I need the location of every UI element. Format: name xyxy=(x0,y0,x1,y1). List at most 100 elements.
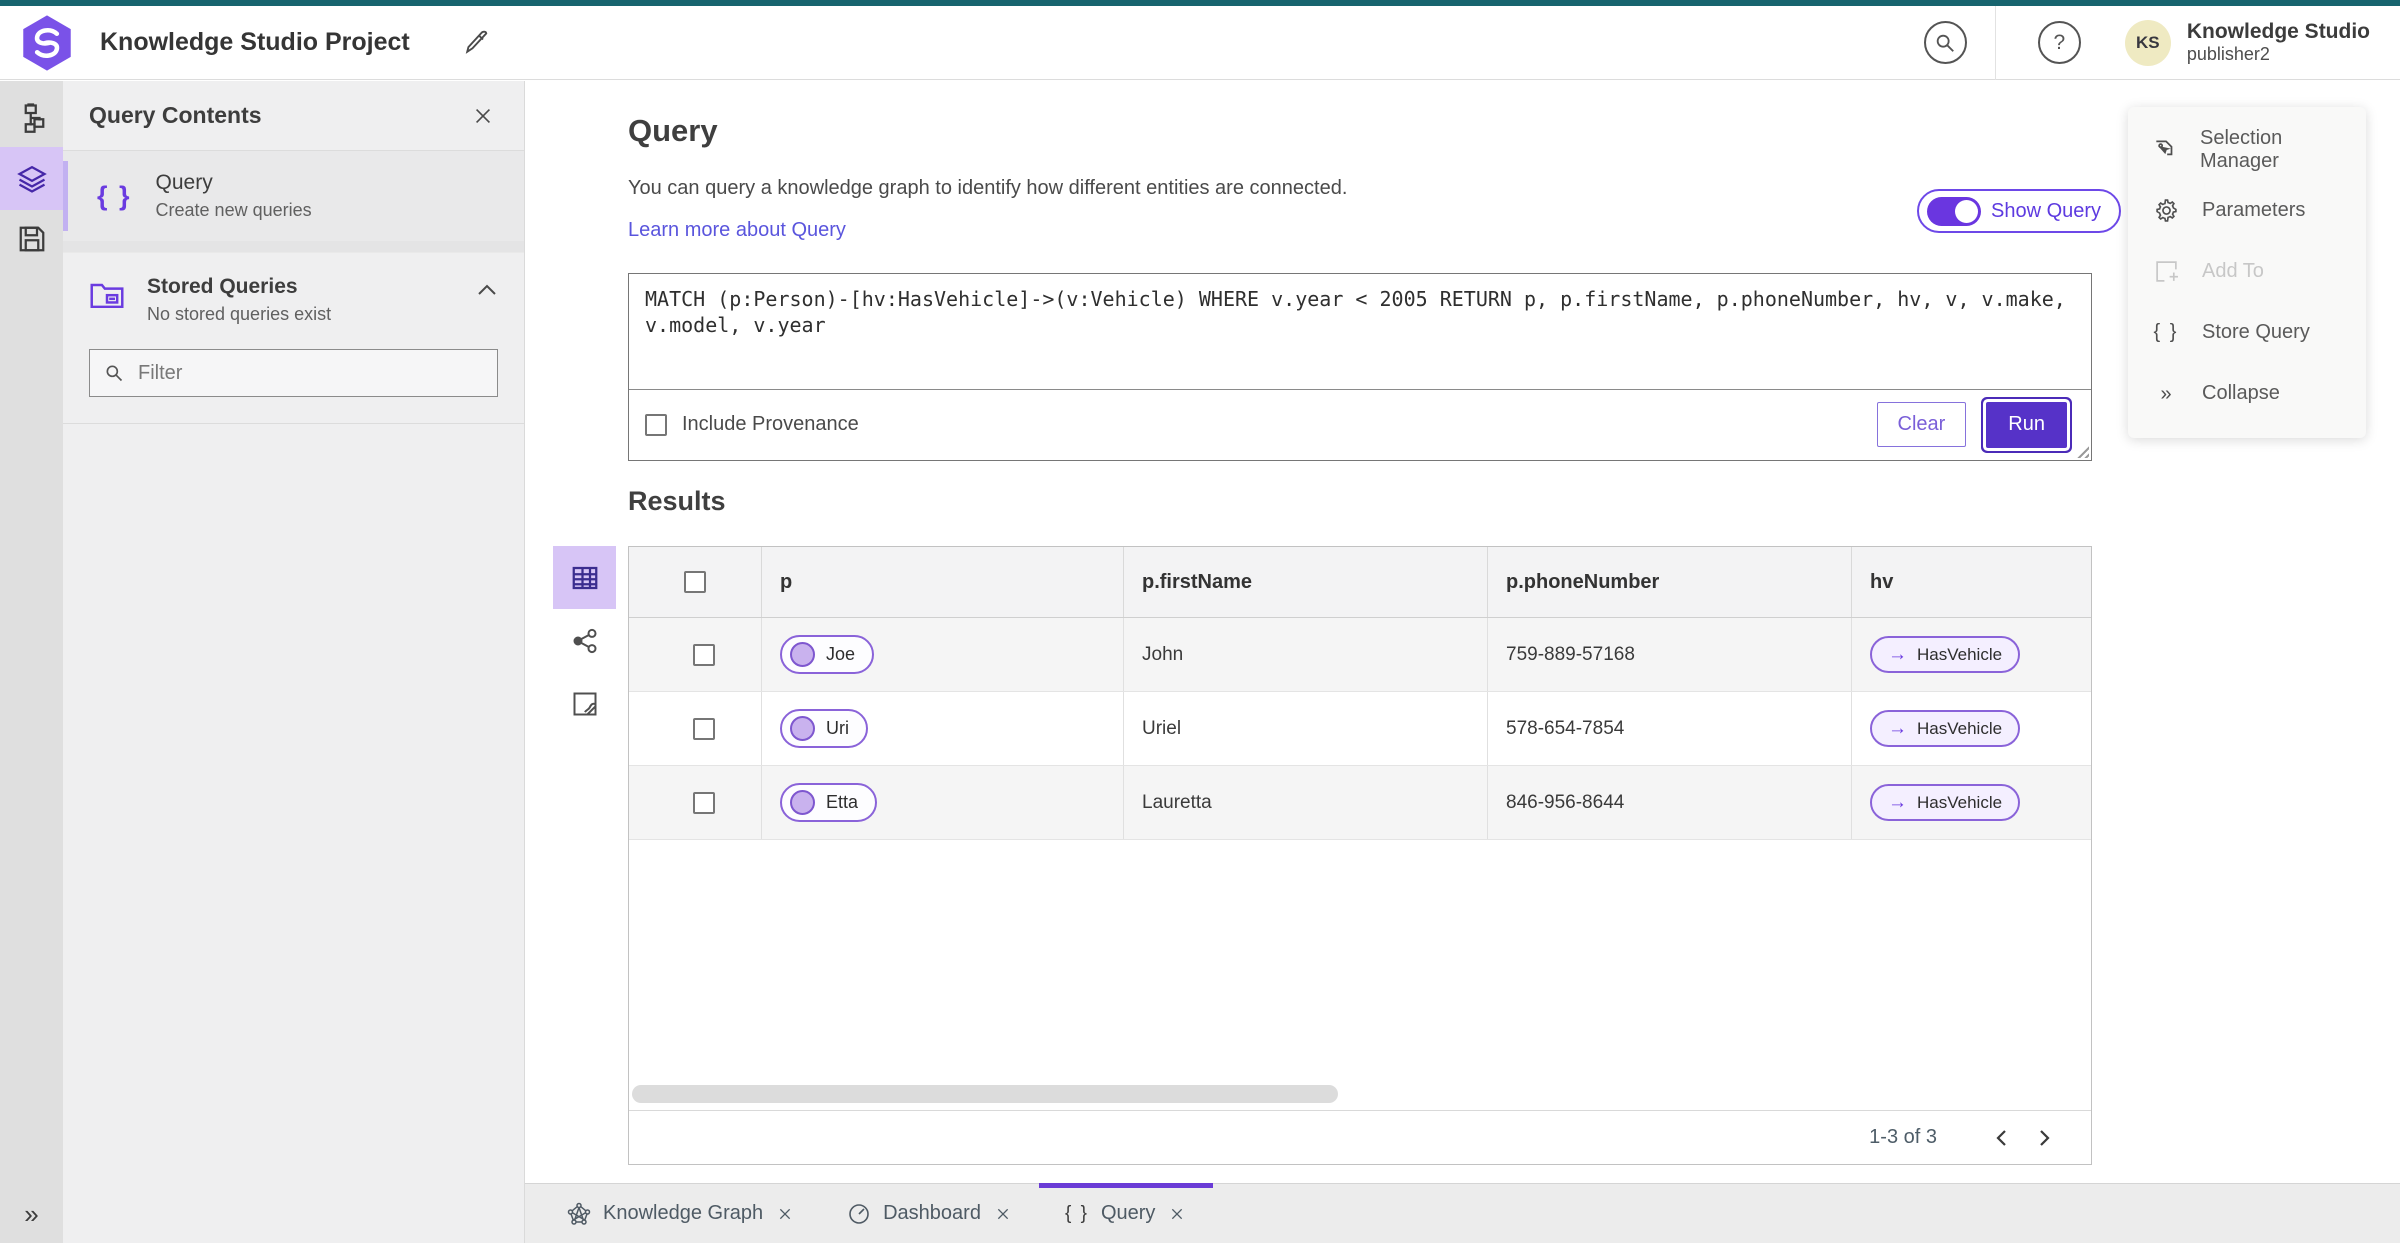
user-name: Knowledge Studio xyxy=(2186,19,2370,43)
map-view-button[interactable] xyxy=(553,672,616,735)
learn-more-link[interactable]: Learn more about Query xyxy=(628,219,846,242)
query-contents-panel: Query Contents { } Query Create new quer… xyxy=(63,81,525,1243)
data-model-button[interactable] xyxy=(0,89,63,147)
query-textarea[interactable]: MATCH (p:Person)-[hv:HasVehicle]->(v:Veh… xyxy=(629,274,2091,390)
tab-label: Dashboard xyxy=(883,1202,981,1224)
run-button[interactable]: Run xyxy=(1986,401,2067,448)
page-title: Query xyxy=(628,113,718,148)
results-table: p p.firstName p.phoneNumber hv Joe John … xyxy=(628,546,2092,1165)
page-description: You can query a knowledge graph to ident… xyxy=(628,177,1348,199)
entity-label: Etta xyxy=(826,792,859,812)
cell-phonenumber: 846-956-8644 xyxy=(1487,766,1851,839)
table-view-button[interactable] xyxy=(553,546,616,609)
relationship-pill[interactable]: → HasVehicle xyxy=(1870,784,2021,821)
double-chevron-right-icon: » xyxy=(2160,382,2172,405)
search-icon xyxy=(1937,34,1955,52)
query-item-subtitle: Create new queries xyxy=(155,200,312,220)
previous-page-button[interactable] xyxy=(1981,1122,2023,1154)
panel-gap xyxy=(63,241,524,253)
filter-input[interactable] xyxy=(136,360,483,386)
menu-item-label: Selection Manager xyxy=(2200,126,2283,172)
select-all-checkbox[interactable] xyxy=(684,571,706,593)
results-title: Results xyxy=(628,486,726,516)
tab-close-icon[interactable] xyxy=(993,1204,1013,1224)
entity-label: Joe xyxy=(826,644,856,664)
parameters-item[interactable]: Parameters xyxy=(2128,180,2366,241)
column-header-p[interactable]: p xyxy=(761,547,1123,617)
menu-item-label: Parameters xyxy=(2202,199,2306,221)
table-header-row: p p.firstName p.phoneNumber hv xyxy=(629,547,2091,618)
column-header-firstname[interactable]: p.firstName xyxy=(1123,547,1487,617)
tab-label: Query xyxy=(1100,1202,1156,1224)
store-query-item[interactable]: { } Store Query xyxy=(2128,302,2366,363)
panel-close-button[interactable] xyxy=(468,101,498,131)
query-context-menu: Selection Manager Parameters Add To {} … xyxy=(2128,107,2366,438)
layers-button-active[interactable] xyxy=(0,147,63,210)
entity-node-icon xyxy=(790,716,815,741)
show-query-toggle[interactable]: Show Query xyxy=(1917,189,2122,233)
app-logo[interactable] xyxy=(20,14,74,72)
search-button[interactable] xyxy=(1923,21,1967,64)
menu-item-label: Collapse xyxy=(2202,382,2280,404)
help-button[interactable]: ? xyxy=(2037,21,2081,64)
selection-manager-item[interactable]: Selection Manager xyxy=(2128,119,2366,180)
entity-pill[interactable]: Etta xyxy=(780,783,878,822)
expand-panel-button[interactable]: » xyxy=(0,1198,63,1231)
arrow-right-icon: → xyxy=(1888,791,1907,813)
panel-divider xyxy=(63,423,524,424)
gear-icon xyxy=(2152,198,2180,223)
cell-firstname: Lauretta xyxy=(1123,766,1487,839)
row-checkbox[interactable] xyxy=(693,717,715,740)
row-checkbox[interactable] xyxy=(693,643,715,666)
column-header-hv[interactable]: hv xyxy=(1851,547,2091,617)
stored-queries-title: Stored Queries xyxy=(147,275,298,298)
tab-query-active[interactable]: { } Query xyxy=(1038,1183,1214,1243)
question-mark-icon: ? xyxy=(2053,30,2066,54)
tab-close-icon[interactable] xyxy=(1167,1204,1187,1224)
entity-pill[interactable]: Joe xyxy=(780,635,875,674)
column-header-phonenumber[interactable]: p.phoneNumber xyxy=(1487,547,1851,617)
tab-dashboard[interactable]: Dashboard xyxy=(821,1184,1039,1243)
menu-item-label: Store Query xyxy=(2202,321,2310,343)
tab-close-icon[interactable] xyxy=(775,1204,795,1224)
add-to-icon xyxy=(2152,259,2180,284)
query-item-title: Query xyxy=(155,171,213,194)
selection-manager-icon xyxy=(2152,137,2178,163)
folder-icon xyxy=(89,277,125,309)
arrow-right-icon: → xyxy=(1888,717,1907,739)
user-avatar[interactable]: KS xyxy=(2124,19,2171,66)
header-divider xyxy=(1994,5,1996,80)
relationship-label: HasVehicle xyxy=(1917,792,2003,812)
collapse-menu-item[interactable]: » Collapse xyxy=(2128,363,2366,424)
cell-phonenumber: 759-889-57168 xyxy=(1487,618,1851,691)
next-page-button[interactable] xyxy=(2023,1122,2065,1154)
tab-knowledge-graph[interactable]: Knowledge Graph xyxy=(541,1184,821,1243)
panel-item-query[interactable]: { } Query Create new queries xyxy=(63,151,524,241)
pagination-range: 1-3 of 3 xyxy=(1869,1126,1937,1148)
dashboard-gauge-icon xyxy=(847,1202,871,1226)
relationship-pill[interactable]: → HasVehicle xyxy=(1870,710,2021,747)
include-provenance-checkbox[interactable] xyxy=(645,413,667,436)
entity-node-icon xyxy=(790,790,815,815)
edit-title-button[interactable] xyxy=(456,28,496,58)
entity-pill[interactable]: Uri xyxy=(780,709,868,748)
link-chart-view-button[interactable] xyxy=(553,609,616,672)
horizontal-scrollbar-thumb[interactable] xyxy=(632,1085,1338,1103)
row-checkbox[interactable] xyxy=(693,791,715,814)
results-view-switcher xyxy=(553,546,616,735)
panel-title: Query Contents xyxy=(89,102,262,128)
stored-queries-header[interactable]: Stored Queries No stored queries exist xyxy=(63,253,524,325)
table-icon xyxy=(572,566,597,589)
cell-firstname: Uriel xyxy=(1123,692,1487,765)
chevron-left-icon xyxy=(1996,1129,2006,1146)
save-button[interactable] xyxy=(0,210,63,268)
query-item-text: Query Create new queries xyxy=(156,171,312,221)
menu-item-label: Add To xyxy=(2202,260,2264,282)
table-row: Uri Uriel 578-654-7854 → HasVehicle xyxy=(629,692,2091,766)
chevron-right-icon xyxy=(2040,1129,2050,1146)
clear-button[interactable]: Clear xyxy=(1876,402,1967,447)
hierarchy-icon xyxy=(24,103,44,133)
stored-queries-subtitle: No stored queries exist xyxy=(147,304,332,324)
table-pagination: 1-3 of 3 xyxy=(629,1110,2091,1164)
relationship-pill[interactable]: → HasVehicle xyxy=(1870,636,2021,673)
